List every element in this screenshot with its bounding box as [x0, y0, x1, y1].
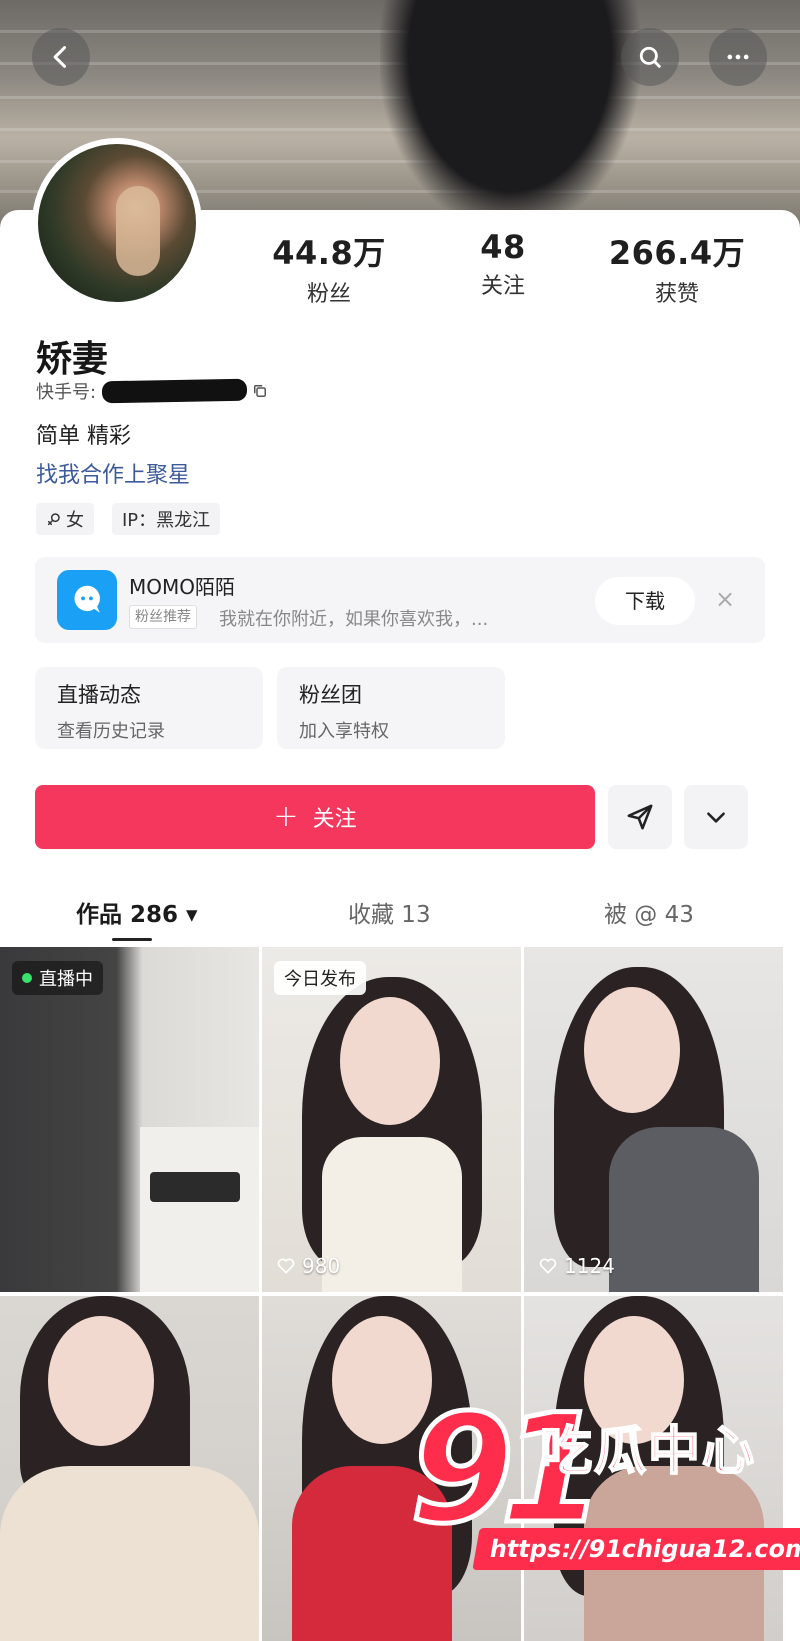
more-icon — [727, 54, 749, 60]
gender-tag: 女 — [36, 503, 94, 535]
stat-label: 粉丝 — [306, 282, 351, 307]
profile-bio: 简单 精彩 — [36, 424, 131, 449]
stat-followers[interactable]: 44.8万 粉丝 — [254, 228, 404, 308]
live-badge: 直播中 — [12, 961, 103, 995]
today-badge: 今日发布 — [274, 961, 366, 995]
ip-label: IP：黑龙江 — [122, 510, 211, 531]
collab-link[interactable]: 找我合作上聚星 — [36, 457, 190, 489]
tab-mentions[interactable]: 被 @ 43 — [604, 895, 694, 929]
search-button[interactable] — [621, 28, 679, 86]
follow-label: 关注 — [312, 807, 357, 832]
fan-club-card[interactable]: 粉丝团 加入享特权 — [277, 667, 505, 749]
stat-value: 48 — [480, 228, 526, 266]
chevron-down-icon — [707, 812, 725, 823]
watermark-text: 吃瓜中心 — [539, 1421, 757, 1483]
live-dot-icon — [22, 973, 32, 983]
site-watermark: 91 吃瓜中心 https://91chigua12.com — [408, 1393, 800, 1600]
follow-button[interactable]: + 关注 — [35, 785, 595, 849]
likes-value: 980 — [302, 1254, 341, 1278]
badge-label: 直播中 — [39, 969, 93, 990]
video-tile[interactable] — [0, 1296, 259, 1641]
quick-link-title: 粉丝团 — [299, 683, 362, 707]
video-tile[interactable]: 今日发布 980 — [262, 947, 521, 1292]
tab-favorites[interactable]: 收藏 13 — [348, 895, 431, 929]
back-button[interactable] — [32, 28, 90, 86]
ad-title: MOMO陌陌 — [129, 575, 235, 599]
stat-value: 266.4万 — [608, 234, 746, 272]
stat-value: 44.8万 — [272, 234, 386, 272]
dropdown-button[interactable] — [684, 785, 748, 849]
download-button[interactable]: 下载 — [595, 577, 695, 625]
momo-logo — [57, 570, 117, 630]
likes-value: 1124 — [564, 1254, 615, 1278]
quick-link-sub: 查看历史记录 — [57, 721, 165, 742]
avatar[interactable] — [32, 138, 202, 308]
watermark-url: https://91chigua12.com — [472, 1528, 800, 1570]
heart-icon — [277, 1258, 295, 1274]
tab-works[interactable]: 作品 286 ▾ — [76, 895, 198, 929]
ad-description: 我就在你附近，如果你喜欢我，... — [219, 609, 489, 630]
video-tile[interactable]: 1124 — [524, 947, 783, 1292]
close-icon[interactable]: × — [715, 587, 735, 611]
live-history-card[interactable]: 直播动态 查看历史记录 — [35, 667, 263, 749]
heart-icon — [539, 1258, 557, 1274]
female-icon — [47, 513, 60, 526]
search-icon — [639, 46, 661, 68]
kuaishou-id-label: 快手号: — [36, 382, 97, 403]
badge-label: 今日发布 — [284, 969, 356, 990]
likes-count: 1124 — [538, 1254, 615, 1278]
chevron-left-icon — [53, 46, 67, 68]
video-tile[interactable]: 直播中 — [0, 947, 259, 1292]
kuaishou-id: 快手号: — [36, 378, 269, 404]
message-button[interactable] — [608, 785, 672, 849]
quick-link-sub: 加入享特权 — [299, 721, 389, 742]
stat-label: 关注 — [480, 274, 525, 299]
copy-icon[interactable] — [251, 382, 269, 400]
more-button[interactable] — [709, 28, 767, 86]
ip-tag: IP：黑龙江 — [112, 503, 221, 535]
ad-badge: 粉丝推荐 — [129, 605, 197, 629]
stat-following[interactable]: 48 关注 — [428, 228, 578, 300]
ad-card[interactable]: MOMO陌陌 粉丝推荐 我就在你附近，如果你喜欢我，... 下载 × — [35, 557, 765, 643]
profile-name: 矫妻 — [36, 339, 109, 380]
tab-underline — [112, 938, 152, 941]
gender-label: 女 — [66, 510, 84, 531]
redacted-id — [101, 378, 248, 404]
plus-icon: + — [273, 799, 299, 834]
likes-count: 980 — [276, 1254, 340, 1278]
stat-label: 获赞 — [654, 282, 699, 307]
send-icon — [627, 804, 653, 830]
quick-link-title: 直播动态 — [57, 683, 141, 707]
stat-likes[interactable]: 266.4万 获赞 — [602, 228, 752, 308]
